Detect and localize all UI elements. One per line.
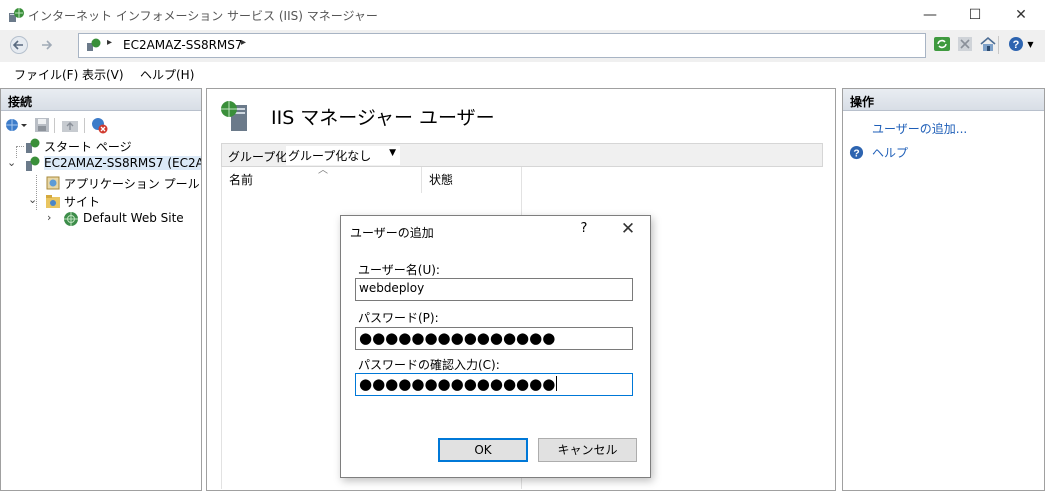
window-title: インターネット インフォメーション サービス (IIS) マネージャー <box>28 9 378 23</box>
forward-button[interactable] <box>34 34 60 56</box>
tree-item-default-web-site[interactable]: › Default Web Site <box>1 210 201 228</box>
username-value: webdeploy <box>359 281 425 295</box>
iis-server-icon <box>9 8 24 22</box>
forward-arrow-icon <box>42 40 53 50</box>
refresh-button[interactable] <box>932 34 952 54</box>
tree-label: スタート ページ <box>44 140 132 154</box>
up-button[interactable] <box>61 116 79 134</box>
connections-toolbar <box>1 113 201 137</box>
add-user-link[interactable]: ユーザーの追加... <box>872 120 967 137</box>
cancel-button[interactable]: キャンセル <box>538 438 637 462</box>
help-link[interactable]: ? ヘルプ <box>849 144 908 160</box>
tree-label: アプリケーション プール <box>64 177 200 191</box>
title-bar: インターネット インフォメーション サービス (IIS) マネージャー — ☐ … <box>0 0 1045 30</box>
sites-folder-icon <box>46 195 60 208</box>
iis-users-icon <box>221 101 247 131</box>
tree-item-start-page[interactable]: スタート ページ <box>1 137 201 155</box>
menu-view[interactable]: 表示(V) <box>82 66 124 83</box>
breadcrumb-server[interactable]: EC2AMAZ-SS8RMS7 <box>123 38 243 52</box>
tree-item-sites[interactable]: ⌄ サイト <box>1 192 201 210</box>
actions-panel: 操作 ユーザーの追加... ? ヘルプ <box>842 88 1045 491</box>
website-globe-icon <box>64 212 78 226</box>
toolbar-divider <box>998 36 1000 54</box>
address-bar[interactable]: ▸ EC2AMAZ-SS8RMS7 ▸ <box>78 33 926 58</box>
column-header-name[interactable]: 名前 ︿ <box>222 165 422 193</box>
username-label: ユーザー名(U): <box>358 263 440 277</box>
home-button[interactable] <box>978 34 998 54</box>
tree-item-server[interactable]: ⌄ EC2AMAZ-SS8RMS7 (EC2AMAZ-SS8RMS7\Admin… <box>1 155 201 173</box>
username-field[interactable]: webdeploy <box>355 278 633 301</box>
home-icon <box>980 36 996 51</box>
chevron-down-icon: ▼ <box>1027 39 1034 49</box>
server-icon <box>87 38 101 51</box>
disconnect-button[interactable] <box>90 116 108 134</box>
password-mask: ●●●●●●●●●●●●●●● <box>359 329 556 347</box>
app-pool-icon <box>46 176 60 190</box>
tree-label: サイト <box>64 195 101 209</box>
password-label: パスワード(P): <box>358 311 439 325</box>
text-caret <box>556 376 558 391</box>
tree-label: EC2AMAZ-SS8RMS7 (EC2AMAZ-SS8RMS7\Adminis… <box>44 156 201 170</box>
menu-file[interactable]: ファイル(F) <box>14 66 78 83</box>
disconnect-icon <box>92 118 108 134</box>
server-icon <box>26 156 40 171</box>
dialog-close-button[interactable]: ✕ <box>619 219 637 239</box>
group-by-select[interactable]: グループ化なし ▼ <box>286 146 400 165</box>
breadcrumb-separator[interactable]: ▸ <box>241 37 246 48</box>
back-arrow-icon <box>10 36 28 54</box>
close-window-button[interactable]: ✕ <box>998 0 1044 30</box>
add-user-dialog: ユーザーの追加 ? ✕ ユーザー名(U): webdeploy パスワード(P)… <box>340 215 651 478</box>
maximize-button[interactable]: ☐ <box>952 0 998 30</box>
svg-text:?: ? <box>1013 39 1020 51</box>
save-button[interactable] <box>33 116 51 134</box>
group-by-value: グループ化なし <box>288 149 372 163</box>
chevron-down-icon[interactable]: ⌄ <box>28 193 37 206</box>
start-page-icon <box>26 138 40 153</box>
help-link-label: ヘルプ <box>872 145 909 160</box>
back-button[interactable] <box>6 34 32 56</box>
password-field[interactable]: ●●●●●●●●●●●●●●● <box>355 327 633 350</box>
page-title: IIS マネージャー ユーザー <box>271 107 495 129</box>
save-icon <box>35 118 49 132</box>
tree-label: Default Web Site <box>83 211 184 225</box>
chevron-right-icon[interactable]: › <box>47 211 51 224</box>
minimize-button[interactable]: — <box>907 0 953 30</box>
column-header-label: 名前 <box>229 173 254 187</box>
navigation-bar: ▸ EC2AMAZ-SS8RMS7 ▸ ? ▼ <box>0 30 1045 62</box>
group-by-bar: グループ化: グループ化なし ▼ <box>221 143 823 167</box>
stop-icon <box>958 37 972 51</box>
connections-panel: 接続 スタート ページ ⌄ EC2AMAZ-SS8RMS7 (EC2A アプリケ… <box>0 88 202 491</box>
confirm-password-mask: ●●●●●●●●●●●●●●● <box>359 375 556 393</box>
connections-tree: スタート ページ ⌄ EC2AMAZ-SS8RMS7 (EC2AMAZ-SS8R… <box>1 137 201 287</box>
toolbar-divider <box>54 118 55 133</box>
column-header-label: 状態 <box>429 173 454 187</box>
sort-up-icon: ︿ <box>318 165 328 176</box>
menu-help[interactable]: ヘルプ(H) <box>140 66 194 83</box>
toolbar-divider <box>84 118 85 133</box>
stop-button[interactable] <box>955 34 975 54</box>
help-dropdown-button[interactable]: ? ▼ <box>1005 34 1037 54</box>
confirm-password-label: パスワードの確認入力(C): <box>358 358 500 372</box>
help-icon: ? <box>849 145 864 159</box>
connect-button[interactable] <box>4 116 28 134</box>
group-by-label: グループ化: <box>228 150 292 164</box>
svg-text:?: ? <box>853 148 859 159</box>
refresh-icon <box>934 37 950 51</box>
breadcrumb-separator[interactable]: ▸ <box>107 37 112 48</box>
ok-button[interactable]: OK <box>438 438 528 462</box>
chevron-down-icon[interactable]: ⌄ <box>7 156 16 169</box>
actions-header: 操作 <box>843 89 1044 111</box>
menu-bar: ファイル(F) 表示(V) ヘルプ(H) <box>0 62 1045 86</box>
chevron-down-icon: ▼ <box>389 148 396 158</box>
help-icon: ? <box>1009 37 1024 51</box>
connections-header: 接続 <box>1 89 201 111</box>
dialog-help-button[interactable]: ? <box>577 221 591 236</box>
column-header-status[interactable]: 状態 <box>422 167 522 193</box>
folder-up-icon <box>62 121 78 132</box>
dialog-title: ユーザーの追加 <box>350 226 434 240</box>
confirm-password-field[interactable]: ●●●●●●●●●●●●●●● <box>355 373 633 396</box>
tree-item-app-pools[interactable]: アプリケーション プール <box>1 174 201 192</box>
globe-connect-icon <box>6 119 27 131</box>
